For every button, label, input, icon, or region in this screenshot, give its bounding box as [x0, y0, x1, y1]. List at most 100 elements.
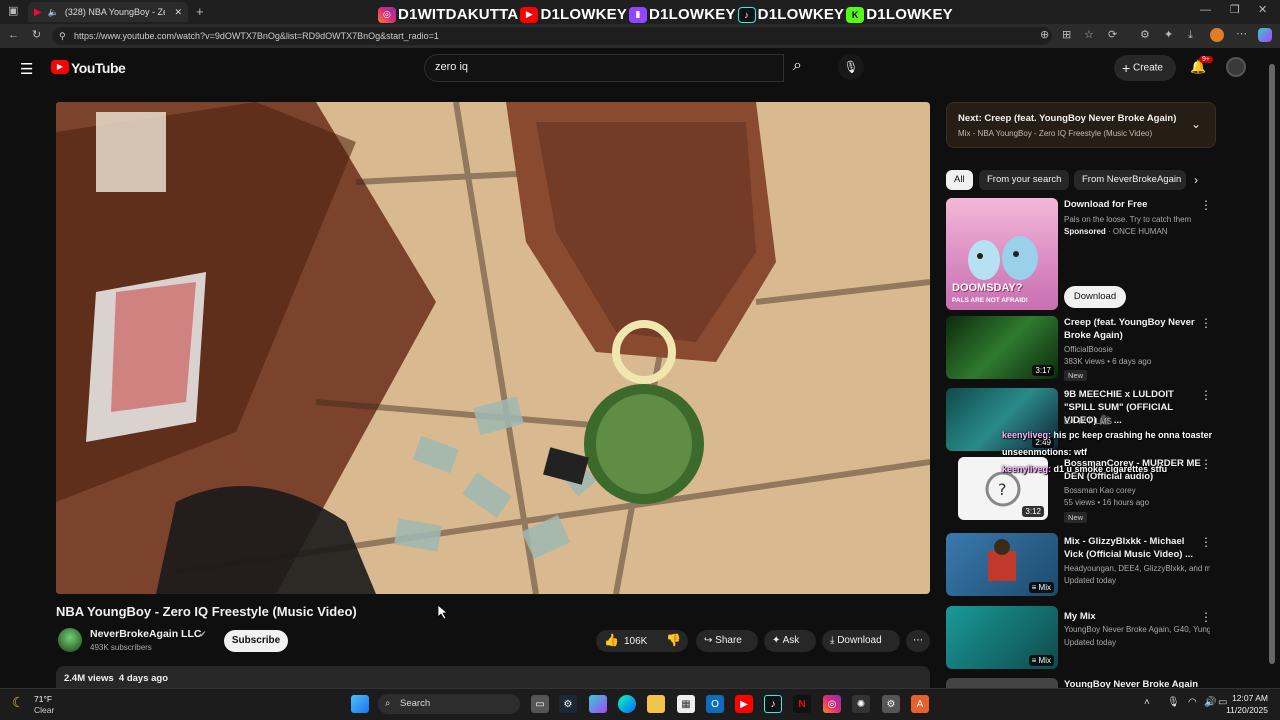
- share-button[interactable]: ↪ Share: [696, 630, 758, 652]
- file-explorer-icon[interactable]: [647, 695, 665, 713]
- voice-search-icon[interactable]: 🎙: [838, 54, 864, 80]
- outlook-icon[interactable]: O: [706, 695, 724, 713]
- search-input[interactable]: [424, 54, 784, 82]
- chevron-right-icon[interactable]: ›: [1194, 173, 1198, 187]
- ad-download-button[interactable]: Download: [1064, 286, 1126, 308]
- windows-start-icon[interactable]: [351, 695, 369, 713]
- more-icon[interactable]: ⋮: [1200, 610, 1212, 624]
- speaker-icon[interactable]: 🔈: [48, 7, 59, 18]
- more-icon[interactable]: ⋮: [1200, 388, 1212, 402]
- channel-name[interactable]: NeverBrokeAgain LLC: [90, 628, 201, 640]
- chip-from-channel[interactable]: From NeverBrokeAgain: [1074, 170, 1186, 190]
- subscribe-button[interactable]: Subscribe: [224, 630, 288, 652]
- tray-chevron-up-icon[interactable]: ˄: [1144, 697, 1150, 708]
- more-icon[interactable]: ⋮: [1200, 316, 1212, 330]
- taskbar-search-label: Search: [400, 698, 431, 709]
- microsoft-store-icon[interactable]: ▦: [677, 695, 695, 713]
- chatgpt-icon[interactable]: ✺: [852, 695, 870, 713]
- list-item[interactable]: 3:17 Creep (feat. YoungBoy Never Broke A…: [946, 316, 1216, 382]
- ad-more-icon[interactable]: ⋮: [1200, 198, 1212, 212]
- video-thumbnail[interactable]: [946, 678, 1058, 688]
- volume-icon[interactable]: 🔊: [1204, 697, 1216, 708]
- microphone-icon[interactable]: 🎙: [1167, 697, 1180, 708]
- youtube-logo-text[interactable]: YouTube: [71, 60, 126, 76]
- user-avatar[interactable]: [1226, 57, 1246, 77]
- list-item[interactable]: ≡ Mix My Mix YoungBoy Never Broke Again,…: [946, 606, 1216, 672]
- chip-all[interactable]: All: [946, 170, 973, 190]
- twitch-icon: ▮: [629, 6, 648, 23]
- more-icon[interactable]: ⋮: [1200, 457, 1212, 471]
- taskbar-search[interactable]: ⌕ Search: [378, 694, 520, 714]
- create-button[interactable]: + Create: [1114, 55, 1176, 81]
- clock-time[interactable]: 12:07 AM: [1232, 693, 1268, 703]
- copilot-icon[interactable]: [1258, 28, 1272, 42]
- browser-tab[interactable]: ▶ 🔈 (328) NBA YoungBoy - Zero I ✕: [28, 2, 188, 22]
- ask-button[interactable]: ✦ Ask: [764, 630, 816, 652]
- youtube-logo-icon[interactable]: ▶: [51, 60, 69, 74]
- list-item[interactable]: YoungBoy Never Broke Again: [946, 678, 1216, 688]
- ask-label: Ask: [782, 635, 800, 646]
- more-options-icon[interactable]: ⋯: [1236, 29, 1247, 40]
- downloads-icon[interactable]: ⤓: [1188, 30, 1193, 41]
- page-scrollbar[interactable]: [1268, 48, 1276, 688]
- more-icon[interactable]: ⋮: [1200, 535, 1212, 549]
- url-field[interactable]: ⚲ https://www.youtube.com/watch?v=9dOWTX…: [52, 27, 1052, 45]
- playlist-thumbnail[interactable]: ≡ Mix: [946, 533, 1058, 596]
- close-window-icon[interactable]: ✕: [1258, 5, 1267, 16]
- up-next-panel[interactable]: Next: Creep (feat. YoungBoy Never Broke …: [946, 102, 1216, 148]
- ad-thumbnail[interactable]: DOOMSDAY? PALS ARE NOT AFRAID!: [946, 198, 1058, 310]
- search-button[interactable]: ⌕: [793, 57, 802, 75]
- ad-headline: DOOMSDAY?: [952, 282, 1023, 294]
- app-orange-icon[interactable]: A: [911, 695, 929, 713]
- wifi-icon[interactable]: ◠: [1188, 697, 1197, 708]
- chevron-down-icon[interactable]: ⌄: [1191, 117, 1201, 131]
- playlist-thumbnail[interactable]: ≡ Mix: [946, 606, 1058, 669]
- tiktok-app-icon[interactable]: ♪: [764, 695, 782, 713]
- description-box[interactable]: [56, 666, 930, 690]
- new-tab-icon[interactable]: +: [196, 5, 204, 18]
- video-player[interactable]: [56, 102, 930, 594]
- settings-gear-icon[interactable]: ⚙: [882, 695, 900, 713]
- profile-icon[interactable]: [1210, 28, 1224, 42]
- weather-moon-icon[interactable]: ☾: [12, 694, 25, 711]
- chip-from-your-search[interactable]: From your search: [979, 170, 1070, 190]
- like-count[interactable]: 106K: [624, 636, 647, 647]
- read-aloud-icon[interactable]: ⊕: [1040, 30, 1049, 41]
- close-tab-icon[interactable]: ✕: [174, 7, 182, 18]
- weather-temp[interactable]: 71°F: [34, 694, 52, 704]
- maximize-icon[interactable]: ❐: [1230, 5, 1240, 16]
- edge-browser-icon[interactable]: [618, 695, 636, 713]
- favorites-icon[interactable]: ✦: [1164, 30, 1173, 41]
- video-thumbnail[interactable]: 3:17: [946, 316, 1058, 379]
- list-item[interactable]: ≡ Mix Mix - GlizzyBlxkk - Michael Vick (…: [946, 533, 1216, 599]
- clock-date[interactable]: 11/20/2025: [1226, 705, 1268, 715]
- list-item[interactable]: 2:49 9B MEECHIE x LULDOIT "SPILL SUM" (O…: [946, 388, 1216, 454]
- steam-icon[interactable]: ⚙: [559, 695, 577, 713]
- instagram-app-icon[interactable]: ◎: [823, 695, 841, 713]
- minimize-icon[interactable]: —: [1200, 5, 1211, 16]
- apps-icon[interactable]: ⊞: [1062, 30, 1071, 41]
- task-view-icon[interactable]: ▭: [531, 695, 549, 713]
- video-thumbnail[interactable]: 2:49: [946, 388, 1058, 451]
- site-info-icon[interactable]: ⚲: [59, 27, 66, 45]
- netflix-icon[interactable]: N: [793, 695, 811, 713]
- back-icon[interactable]: ←: [8, 30, 19, 41]
- hamburger-menu-icon[interactable]: ☰: [20, 60, 33, 78]
- copilot-taskbar-icon[interactable]: [589, 695, 607, 713]
- like-icon[interactable]: 👍: [604, 633, 619, 647]
- download-button[interactable]: ⤓ Download: [822, 630, 900, 652]
- chat-username: keenyliveg:: [1002, 464, 1052, 474]
- extensions-icon[interactable]: ⚙: [1140, 30, 1150, 41]
- youtube-app-icon[interactable]: ▶: [735, 695, 753, 713]
- chat-message: keenyliveg: his pc keep crashing he onna…: [1002, 430, 1212, 440]
- more-actions-button[interactable]: ⋯: [906, 630, 930, 652]
- refresh-icon[interactable]: ↻: [32, 30, 41, 41]
- dislike-icon[interactable]: 👎: [666, 633, 681, 647]
- refresh-page-icon[interactable]: ⟳: [1108, 30, 1117, 41]
- sponsored-ad[interactable]: DOOMSDAY? PALS ARE NOT AFRAID! Download …: [946, 198, 1216, 310]
- channel-avatar[interactable]: [58, 628, 82, 652]
- window-menu-icon[interactable]: ▣: [8, 6, 18, 17]
- scrollbar-thumb[interactable]: [1269, 64, 1275, 664]
- favorite-star-icon[interactable]: ☆: [1084, 30, 1094, 41]
- chat-text: d1 u smoke cigarettes stfu: [1053, 464, 1168, 474]
